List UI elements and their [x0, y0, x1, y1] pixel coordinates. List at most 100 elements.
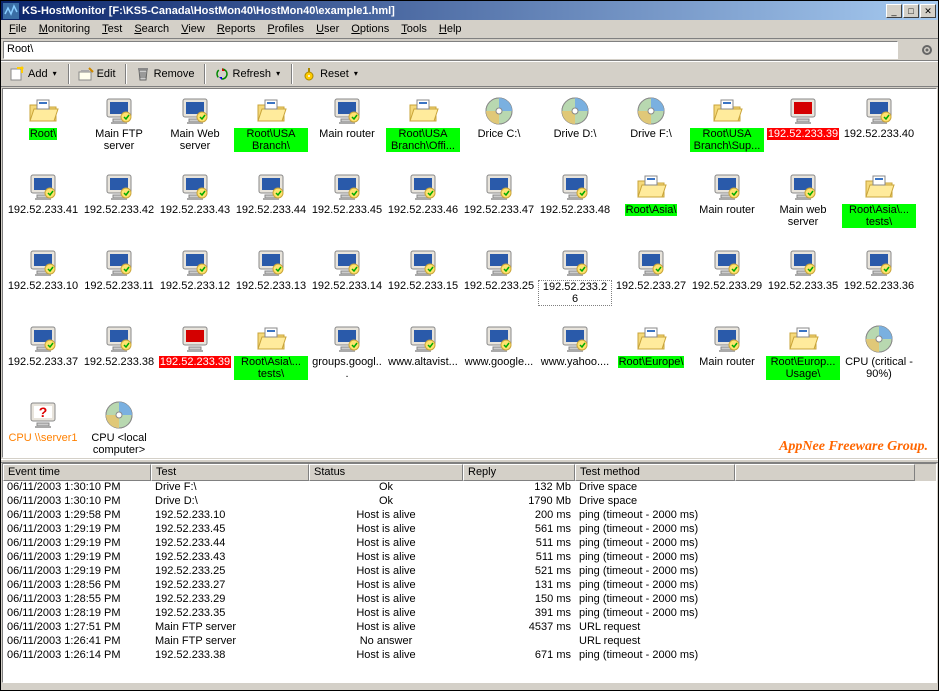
host-item[interactable]: 192.52.233.40 [841, 93, 917, 169]
host-item[interactable]: 192.52.233.39 [765, 93, 841, 169]
dropdown-icon[interactable]: ▾ [51, 69, 59, 78]
monitor-icon [407, 323, 439, 355]
monitor-unk-icon [27, 399, 59, 431]
menu-search[interactable]: Search [128, 21, 175, 37]
log-row[interactable]: 06/11/2003 1:29:19 PM192.52.233.44Host i… [3, 537, 936, 551]
dropdown-icon[interactable]: ▾ [352, 69, 360, 78]
host-item[interactable]: CPU <local computer> [81, 397, 157, 458]
host-item[interactable]: Root\USA Branch\Sup... [689, 93, 765, 169]
host-item[interactable]: www.google... [461, 321, 537, 397]
host-item[interactable]: Root\Asia\... tests\ [841, 169, 917, 245]
log-row[interactable]: 06/11/2003 1:29:19 PM192.52.233.45Host i… [3, 523, 936, 537]
menu-tools[interactable]: Tools [395, 21, 433, 37]
host-item[interactable]: Drive F:\ [613, 93, 689, 169]
host-item[interactable]: 192.52.233.44 [233, 169, 309, 245]
host-item[interactable]: 192.52.233.46 [385, 169, 461, 245]
add-button[interactable]: Add▾ [5, 63, 63, 85]
host-item[interactable]: 192.52.233.36 [841, 245, 917, 321]
host-item[interactable]: 192.52.233.42 [81, 169, 157, 245]
log-row[interactable]: 06/11/2003 1:30:10 PMDrive D:\Ok1790 MbD… [3, 495, 936, 509]
host-item[interactable]: 192.52.233.15 [385, 245, 461, 321]
host-item[interactable]: 192.52.233.13 [233, 245, 309, 321]
host-label: 192.52.233.35 [767, 280, 839, 292]
host-item[interactable]: Main router [309, 93, 385, 169]
host-item[interactable]: 192.52.233.26 [537, 245, 613, 321]
host-item[interactable]: Drive D:\ [537, 93, 613, 169]
edit-button[interactable]: Edit [74, 63, 120, 85]
host-item[interactable]: Main router [689, 321, 765, 397]
refresh-button[interactable]: Refresh▾ [210, 63, 287, 85]
maximize-button[interactable]: □ [903, 4, 919, 18]
column-header[interactable]: Status [309, 464, 463, 481]
menu-help[interactable]: Help [433, 21, 468, 37]
host-item[interactable]: 192.52.233.43 [157, 169, 233, 245]
host-item[interactable]: 192.52.233.48 [537, 169, 613, 245]
host-item[interactable]: 192.52.233.35 [765, 245, 841, 321]
log-row[interactable]: 06/11/2003 1:30:10 PMDrive F:\Ok132 MbDr… [3, 481, 936, 495]
menu-test[interactable]: Test [96, 21, 128, 37]
host-item[interactable]: Main web server [765, 169, 841, 245]
host-label: CPU (critical - 90%) [842, 356, 916, 380]
host-item[interactable]: Root\ [5, 93, 81, 169]
host-item[interactable]: www.yahoo.... [537, 321, 613, 397]
menu-reports[interactable]: Reports [211, 21, 262, 37]
host-item[interactable]: 192.52.233.38 [81, 321, 157, 397]
log-row[interactable]: 06/11/2003 1:26:41 PMMain FTP serverNo a… [3, 635, 936, 649]
settings-icon[interactable] [918, 41, 936, 59]
menu-view[interactable]: View [175, 21, 211, 37]
menu-profiles[interactable]: Profiles [261, 21, 310, 37]
host-label: 192.52.233.13 [235, 280, 307, 292]
log-row[interactable]: 06/11/2003 1:29:19 PM192.52.233.43Host i… [3, 551, 936, 565]
host-item[interactable]: Root\USA Branch\Offi... [385, 93, 461, 169]
host-item[interactable]: 192.52.233.47 [461, 169, 537, 245]
host-item[interactable]: groups.googl... [309, 321, 385, 397]
host-item[interactable]: 192.52.233.45 [309, 169, 385, 245]
dropdown-icon[interactable]: ▾ [274, 69, 282, 78]
host-item[interactable]: 192.52.233.39 [157, 321, 233, 397]
host-item[interactable]: Root\USA Branch\ [233, 93, 309, 169]
host-item[interactable]: 192.52.233.11 [81, 245, 157, 321]
host-item[interactable]: 192.52.233.41 [5, 169, 81, 245]
host-item[interactable]: Root\Europ... Usage\ [765, 321, 841, 397]
host-item[interactable]: 192.52.233.14 [309, 245, 385, 321]
host-item[interactable]: 192.52.233.29 [689, 245, 765, 321]
log-row[interactable]: 06/11/2003 1:27:51 PMMain FTP serverHost… [3, 621, 936, 635]
host-item[interactable]: 192.52.233.10 [5, 245, 81, 321]
column-header[interactable]: Test [151, 464, 309, 481]
close-button[interactable]: ✕ [920, 4, 936, 18]
host-item[interactable]: Root\Asia\... tests\ [233, 321, 309, 397]
minimize-button[interactable]: _ [886, 4, 902, 18]
host-item[interactable]: 192.52.233.27 [613, 245, 689, 321]
host-item[interactable]: CPU (critical - 90%) [841, 321, 917, 397]
column-header[interactable] [735, 464, 915, 481]
menu-user[interactable]: User [310, 21, 345, 37]
column-header[interactable]: Reply [463, 464, 575, 481]
path-field[interactable]: Root\ [3, 41, 898, 59]
column-header[interactable]: Event time [3, 464, 151, 481]
log-row[interactable]: 06/11/2003 1:26:14 PM192.52.233.38Host i… [3, 649, 936, 663]
host-item[interactable]: 192.52.233.12 [157, 245, 233, 321]
reset-button[interactable]: Reset▾ [297, 63, 364, 85]
host-item[interactable]: Main FTP server [81, 93, 157, 169]
list-body[interactable]: 06/11/2003 1:30:10 PMDrive F:\Ok132 MbDr… [3, 481, 936, 682]
host-item[interactable]: Main router [689, 169, 765, 245]
menu-options[interactable]: Options [345, 21, 395, 37]
icon-area[interactable]: Root\Main FTP serverMain Web serverRoot\… [2, 88, 937, 458]
host-item[interactable]: 192.52.233.37 [5, 321, 81, 397]
host-item[interactable]: Drice C:\ [461, 93, 537, 169]
menu-file[interactable]: File [3, 21, 33, 37]
log-row[interactable]: 06/11/2003 1:28:56 PM192.52.233.27Host i… [3, 579, 936, 593]
host-item[interactable]: CPU \\server1 [5, 397, 81, 458]
remove-button[interactable]: Remove [131, 63, 199, 85]
log-row[interactable]: 06/11/2003 1:28:19 PM192.52.233.35Host i… [3, 607, 936, 621]
column-header[interactable]: Test method [575, 464, 735, 481]
log-row[interactable]: 06/11/2003 1:29:19 PM192.52.233.25Host i… [3, 565, 936, 579]
host-item[interactable]: www.altavist... [385, 321, 461, 397]
host-item[interactable]: Root\Asia\ [613, 169, 689, 245]
menu-monitoring[interactable]: Monitoring [33, 21, 96, 37]
host-item[interactable]: Main Web server [157, 93, 233, 169]
host-item[interactable]: 192.52.233.25 [461, 245, 537, 321]
log-row[interactable]: 06/11/2003 1:29:58 PM192.52.233.10Host i… [3, 509, 936, 523]
log-row[interactable]: 06/11/2003 1:28:55 PM192.52.233.29Host i… [3, 593, 936, 607]
host-item[interactable]: Root\Europe\ [613, 321, 689, 397]
